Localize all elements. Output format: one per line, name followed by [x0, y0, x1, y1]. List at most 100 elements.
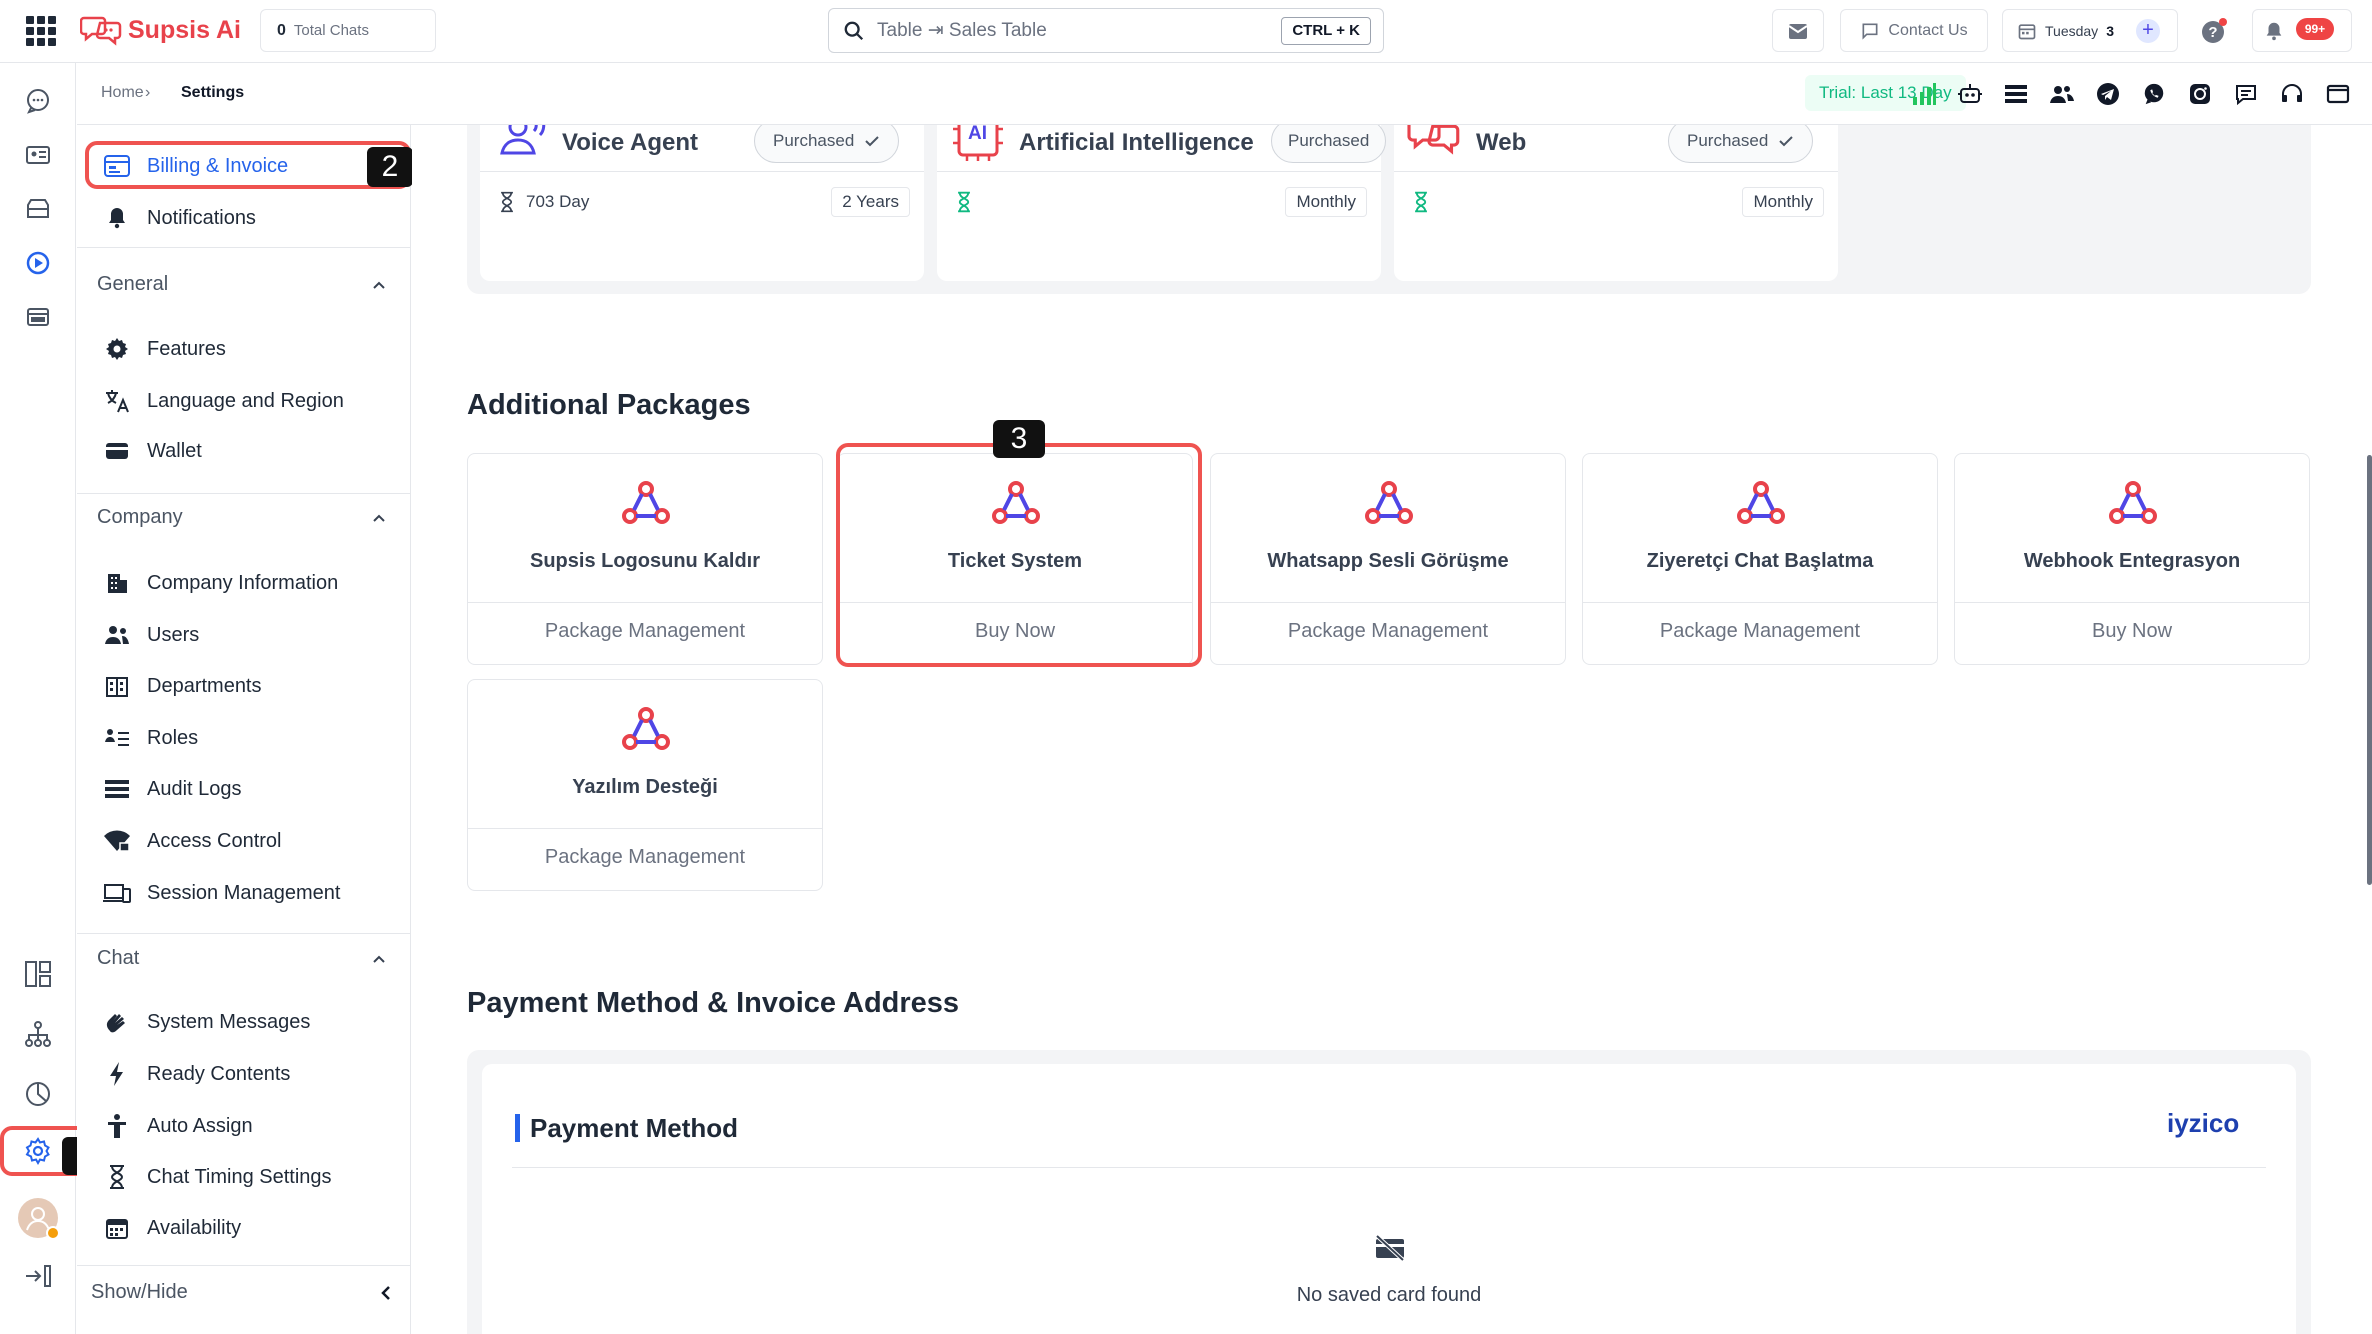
- total-chats-counter[interactable]: 0 Total Chats: [260, 9, 436, 52]
- main-scrollbar[interactable]: [2367, 455, 2372, 885]
- sidebar-item-system-messages[interactable]: System Messages: [103, 1002, 393, 1042]
- signal-button[interactable]: [1909, 79, 1939, 109]
- sidebar-item-label: Users: [147, 623, 200, 646]
- rail-media[interactable]: [22, 247, 54, 279]
- search-icon: [844, 21, 864, 40]
- apps-grid-icon[interactable]: [26, 16, 56, 46]
- sidebar-item-access-control[interactable]: Access Control: [103, 821, 393, 861]
- left-rail: 1: [0, 63, 110, 1334]
- rail-hierarchy[interactable]: [22, 1018, 54, 1050]
- breadcrumb-current: Settings: [181, 84, 245, 101]
- package-management-link[interactable]: Package Management: [1211, 620, 1565, 643]
- sidebar-section-company[interactable]: Company: [97, 506, 387, 529]
- telegram-button[interactable]: [2093, 79, 2123, 109]
- webhook-icon: [622, 481, 670, 524]
- billing-period: 2 Years: [831, 187, 910, 217]
- ai-badge-text: AI: [968, 125, 987, 144]
- sidebar-item-roles[interactable]: Roles: [103, 718, 393, 758]
- whatsapp-icon: [2144, 83, 2164, 105]
- sidebar-item-company-information[interactable]: Company Information: [103, 563, 393, 603]
- sidebar-divider: [77, 493, 411, 494]
- sidebar-item-language-region[interactable]: Language and Region: [103, 381, 393, 421]
- message-square-icon: [2236, 85, 2256, 106]
- hourglass-green-icon: [1415, 191, 1427, 213]
- rail-logout[interactable]: [22, 1260, 54, 1292]
- telegram-icon: [2097, 83, 2119, 105]
- waving-hand-icon: [106, 1014, 125, 1033]
- remaining-time: 703 Day: [498, 191, 589, 213]
- contact-us-button[interactable]: Contact Us: [1840, 9, 1988, 52]
- package-management-link[interactable]: Package Management: [468, 620, 822, 643]
- chevron-left-icon: [381, 1285, 390, 1300]
- sidebar-item-label: Ready Contents: [147, 1062, 291, 1085]
- messages-button[interactable]: [2231, 79, 2261, 109]
- package-card[interactable]: Yazılım Desteği Package Management: [467, 679, 823, 891]
- instagram-button[interactable]: [2185, 79, 2215, 109]
- sidebar-item-features[interactable]: Features: [103, 329, 393, 369]
- sidebar-item-label: Language and Region: [147, 389, 344, 412]
- sidebar-item-departments[interactable]: Departments: [103, 666, 393, 706]
- inbox-mail-icon: [1788, 23, 1808, 39]
- sidebar-item-availability[interactable]: Availability: [103, 1208, 393, 1248]
- list-rows-icon: [2005, 85, 2027, 103]
- package-management-link[interactable]: Package Management: [468, 846, 822, 869]
- whatsapp-button[interactable]: [2139, 79, 2169, 109]
- rail-contacts[interactable]: [22, 139, 54, 171]
- hourglass-green-icon: [958, 191, 970, 213]
- buy-now-button[interactable]: Buy Now: [1955, 620, 2309, 643]
- inbox-button[interactable]: [1772, 9, 1824, 52]
- purchased-badge: Purchased: [1271, 125, 1387, 163]
- signal-bars-icon: [1913, 83, 1936, 105]
- package-card[interactable]: Supsis Logosunu Kaldır Package Managemen…: [467, 453, 823, 665]
- package-card[interactable]: Ziyeretçi Chat Başlatma Package Manageme…: [1582, 453, 1938, 665]
- package-management-link[interactable]: Package Management: [1583, 620, 1937, 643]
- package-name: Supsis Logosunu Kaldır: [529, 550, 760, 572]
- svg-text:?: ?: [2208, 24, 2217, 41]
- remaining-time: [1412, 191, 1440, 213]
- show-hide-toggle[interactable]: Show/Hide: [91, 1281, 395, 1304]
- help-button[interactable]: ?: [2192, 9, 2236, 52]
- sidebar-item-chat-timing[interactable]: Chat Timing Settings: [103, 1157, 393, 1197]
- avatar[interactable]: [18, 1198, 60, 1240]
- billing-period: Monthly: [1742, 187, 1824, 217]
- sidebar-item-audit-logs[interactable]: Audit Logs: [103, 769, 393, 809]
- payment-panel: Payment Method iyzico No saved card foun…: [467, 1050, 2311, 1334]
- sidebar-item-label: Availability: [147, 1216, 242, 1239]
- billing-period: Monthly: [1285, 187, 1367, 217]
- package-card[interactable]: Webhook Entegrasyon Buy Now: [1954, 453, 2310, 665]
- sidebar-section-chat[interactable]: Chat: [97, 947, 387, 970]
- sidebar-item-ready-contents[interactable]: Ready Contents: [103, 1054, 393, 1094]
- sidebar-item-auto-assign[interactable]: Auto Assign: [103, 1106, 393, 1146]
- rail-archive[interactable]: [22, 193, 54, 225]
- sidebar-item-session-management[interactable]: Session Management: [103, 873, 393, 913]
- rail-chats[interactable]: [22, 85, 54, 117]
- bot-button[interactable]: [1955, 79, 1985, 109]
- sidebar-item-users[interactable]: Users: [103, 615, 393, 655]
- sidebar-section-general[interactable]: General: [97, 273, 387, 296]
- play-circle-icon: [26, 251, 50, 275]
- brand-logo[interactable]: Supsis Ai: [80, 14, 241, 46]
- list-button[interactable]: [2001, 79, 2031, 109]
- date-selector[interactable]: Tuesday 3 +: [2002, 9, 2178, 52]
- calendar-icon: [2018, 23, 2036, 39]
- sidebar-divider: [77, 933, 411, 934]
- global-search[interactable]: Table ⇥ Sales Table CTRL + K: [828, 8, 1384, 53]
- hourglass-icon: [110, 1165, 124, 1189]
- rail-layout[interactable]: [22, 958, 54, 990]
- add-icon[interactable]: +: [2135, 18, 2160, 43]
- support-button[interactable]: [2277, 79, 2307, 109]
- subscriptions-panel: Voice Agent Purchased 703 Day 2 Years AI…: [467, 125, 2311, 294]
- fullscreen-button[interactable]: [2323, 79, 2353, 109]
- sidebar-item-notifications[interactable]: Notifications: [103, 198, 393, 238]
- sidebar-item-wallet[interactable]: Wallet: [103, 431, 393, 471]
- rail-widgets[interactable]: [22, 301, 54, 333]
- sidebar-item-label: Auto Assign: [147, 1114, 253, 1137]
- chevron-up-icon: [373, 514, 385, 522]
- card-divider: [512, 1167, 2266, 1168]
- title-accent-bar: [515, 1114, 520, 1142]
- team-button[interactable]: [2047, 79, 2077, 109]
- breadcrumb-home[interactable]: Home: [101, 84, 144, 102]
- rail-reports[interactable]: [22, 1078, 54, 1110]
- no-card-icon: [1375, 1234, 1405, 1262]
- package-card[interactable]: Whatsapp Sesli Görüşme Package Managemen…: [1210, 453, 1566, 665]
